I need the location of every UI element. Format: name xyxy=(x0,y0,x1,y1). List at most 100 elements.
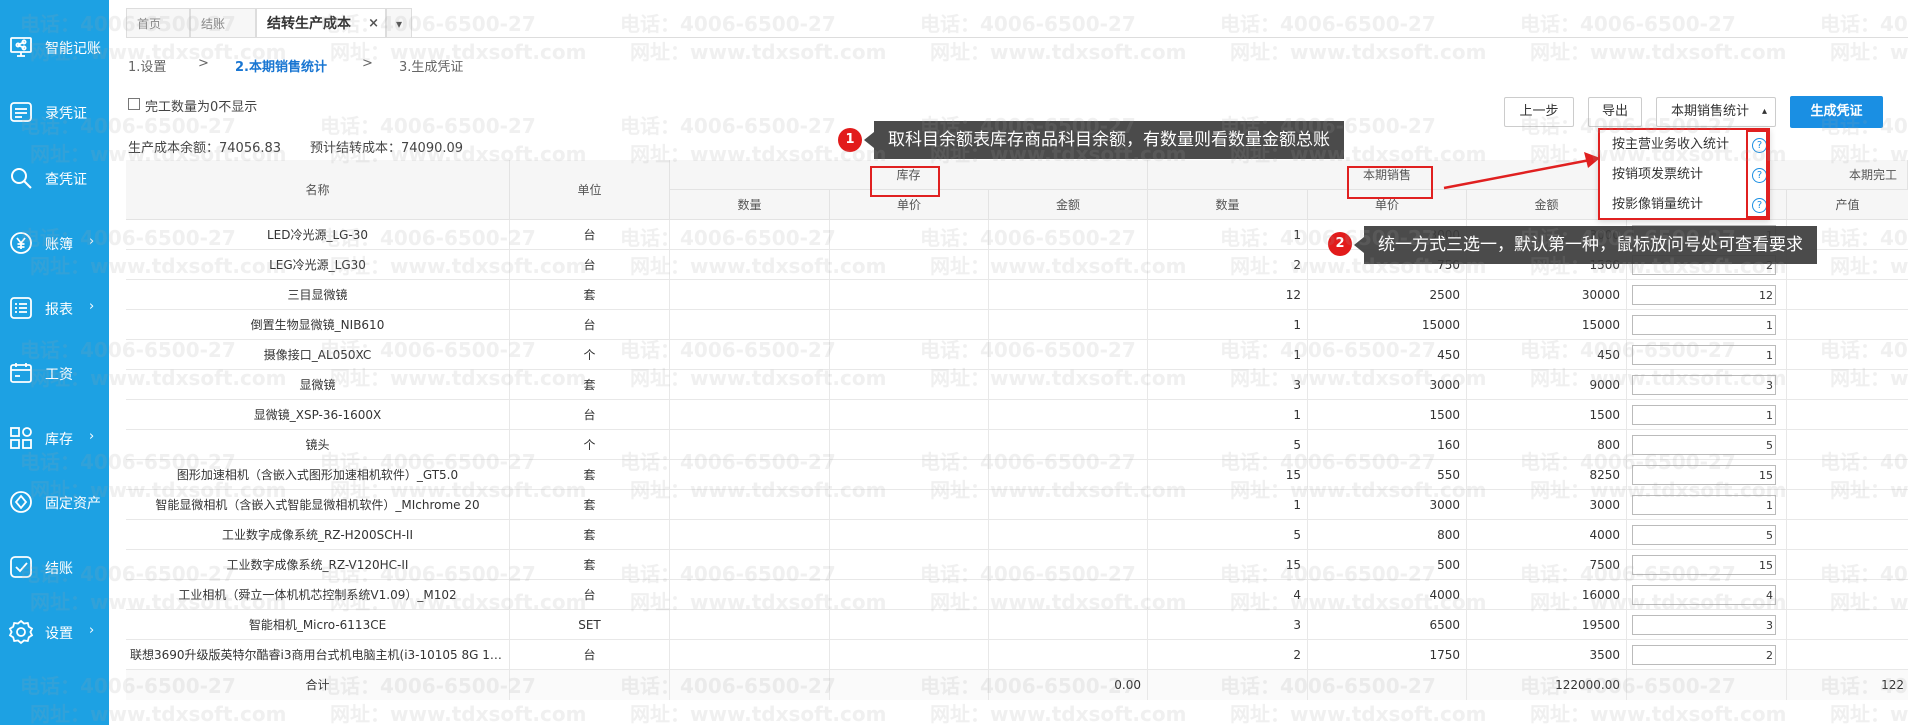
inventory-amount xyxy=(989,520,1148,550)
sidebar-item-ledger[interactable]: 账簿 › xyxy=(0,222,109,262)
output-value xyxy=(1787,370,1908,400)
item-name: 智能显微相机（含嵌入式智能显微相机软件）_MIchrome 20 xyxy=(126,490,510,520)
sales-amount: 30000 xyxy=(1467,280,1627,310)
sales-amount: 19500 xyxy=(1467,610,1627,640)
completed-qty-input[interactable] xyxy=(1632,315,1776,335)
sidebar-item-salary[interactable]: 工资 xyxy=(0,352,109,392)
inventory-amount xyxy=(989,490,1148,520)
item-name: 工业相机（舜立一体机机芯控制系统V1.09）_M102 xyxy=(126,580,510,610)
generate-voucher-button[interactable]: 生成凭证 xyxy=(1790,96,1883,128)
completed-qty-input[interactable] xyxy=(1632,555,1776,575)
stat-mode-select[interactable]: 本期销售统计 ▴ xyxy=(1656,97,1776,127)
output-value xyxy=(1787,340,1908,370)
completed-qty-input[interactable] xyxy=(1632,585,1776,605)
item-name: 显微镜 xyxy=(126,370,510,400)
wallet-icon xyxy=(10,363,32,383)
inventory-price xyxy=(830,280,989,310)
inventory-price xyxy=(830,580,989,610)
output-value xyxy=(1787,280,1908,310)
expected-summary: 预计结转成本：74090.09 xyxy=(310,137,463,156)
sidebar-item-label: 结账 xyxy=(45,561,73,577)
table-row: 智能相机_Micro-6113CE SET 3 6500 19500 xyxy=(126,610,1908,640)
completed-qty-cell xyxy=(1627,430,1787,460)
completed-qty-cell xyxy=(1627,400,1787,430)
sidebar-item-view-voucher[interactable]: 查凭证 xyxy=(0,157,109,197)
sidebar-item-label: 库存 xyxy=(45,432,73,448)
pointer-arrow xyxy=(1443,152,1600,190)
tab-home[interactable]: 首页 xyxy=(126,8,190,38)
stat-mode-value: 本期销售统计 xyxy=(1671,104,1750,119)
sidebar: 智能记账 录凭证 查凭证 账簿 › 报表 › 工资 库存 › 固定资产 结账 设… xyxy=(0,0,109,725)
sales-price: 4000 xyxy=(1308,580,1467,610)
sales-amount: 16000 xyxy=(1467,580,1627,610)
watermark-phone: 电话：4006-6500-27 xyxy=(920,12,1136,36)
item-unit: 套 xyxy=(510,370,670,400)
watermark-site: 网址：www.tdxsoft.com xyxy=(1230,40,1487,64)
sidebar-item-fixed-assets[interactable]: 固定资产 xyxy=(0,481,109,521)
watermark-phone: 电话：4006-6500-27 xyxy=(1820,12,1908,36)
inventory-qty xyxy=(670,490,830,520)
sales-amount: 450 xyxy=(1467,340,1627,370)
asset-icon xyxy=(10,491,32,513)
completed-qty-input[interactable] xyxy=(1632,525,1776,545)
sidebar-item-inventory[interactable]: 库存 › xyxy=(0,417,109,457)
completed-qty-input[interactable] xyxy=(1632,495,1776,515)
watermark-phone: 电话：4006-6500-27 xyxy=(620,114,836,138)
balance-value: 74056.83 xyxy=(219,141,282,156)
completed-qty-input[interactable] xyxy=(1632,375,1776,395)
completed-qty-input[interactable] xyxy=(1632,435,1776,455)
completed-qty-cell xyxy=(1627,370,1787,400)
sidebar-item-label: 智能记账 xyxy=(45,41,101,57)
inventory-qty xyxy=(670,370,830,400)
item-unit: 台 xyxy=(510,640,670,670)
item-unit: 套 xyxy=(510,280,670,310)
completed-qty-cell xyxy=(1627,340,1787,370)
sidebar-item-label: 报表 xyxy=(45,302,73,318)
chevron-right-icon: › xyxy=(89,429,95,444)
completed-qty-input[interactable] xyxy=(1632,345,1776,365)
item-name: 摄像接口_AL050XC xyxy=(126,340,510,370)
close-icon[interactable]: × xyxy=(368,9,379,39)
inventory-qty xyxy=(670,460,830,490)
inventory-price xyxy=(830,460,989,490)
tab-production-cost[interactable]: 结转生产成本 × xyxy=(256,8,386,38)
chevron-right-icon: › xyxy=(89,623,95,638)
option-image-sales[interactable]: 按影像销量统计? xyxy=(1600,190,1768,220)
sidebar-item-smart-accounting[interactable]: 智能记账 xyxy=(0,26,109,66)
tab-more-button[interactable]: ▾ xyxy=(386,8,412,38)
sidebar-item-reports[interactable]: 报表 › xyxy=(0,287,109,327)
sales-amount: 8250 xyxy=(1467,460,1627,490)
step-separator: > xyxy=(198,56,209,71)
sidebar-item-enter-voucher[interactable]: 录凭证 xyxy=(0,91,109,131)
completed-qty-input[interactable] xyxy=(1632,465,1776,485)
col-name: 名称 xyxy=(126,160,510,220)
completed-qty-input[interactable] xyxy=(1632,645,1776,665)
table-row: 工业相机（舜立一体机机芯控制系统V1.09）_M102 台 4 4000 16000 xyxy=(126,580,1908,610)
inventory-price xyxy=(830,400,989,430)
table-row: 智能显微相机（含嵌入式智能显微相机软件）_MIchrome 20 套 1 3000 30… xyxy=(126,490,1908,520)
option-main-revenue[interactable]: 按主营业务收入统计? xyxy=(1600,130,1768,160)
option-output-invoice[interactable]: 按销项发票统计? xyxy=(1600,160,1768,190)
completed-qty-input[interactable] xyxy=(1632,285,1776,305)
completed-qty-input[interactable] xyxy=(1632,615,1776,635)
sidebar-item-settings[interactable]: 设置 › xyxy=(0,611,109,651)
expected-value: 74090.09 xyxy=(401,141,464,156)
sidebar-item-close-accounts[interactable]: 结账 xyxy=(0,546,109,586)
completed-qty-input[interactable] xyxy=(1632,405,1776,425)
total-unit xyxy=(510,670,670,700)
step-generate-voucher[interactable]: 3.生成凭证 xyxy=(399,56,463,75)
output-value xyxy=(1787,400,1908,430)
step-settings[interactable]: 1.设置 xyxy=(128,56,166,75)
sales-header-highlight xyxy=(1347,166,1433,199)
output-value xyxy=(1787,490,1908,520)
step-separator: > xyxy=(362,56,373,71)
watermark-site: 网址：www.tdxsoft.com xyxy=(1830,40,1908,64)
hide-zero-checkbox[interactable] xyxy=(128,98,140,110)
tab-close-accounts[interactable]: 结账 xyxy=(190,8,256,38)
inventory-qty xyxy=(670,400,830,430)
tooltip-arrow xyxy=(1354,237,1364,253)
sales-qty: 5 xyxy=(1148,430,1308,460)
inventory-amount xyxy=(989,550,1148,580)
step-sales-statistics[interactable]: 2.本期销售统计 xyxy=(235,56,327,75)
share-icon xyxy=(10,37,32,57)
